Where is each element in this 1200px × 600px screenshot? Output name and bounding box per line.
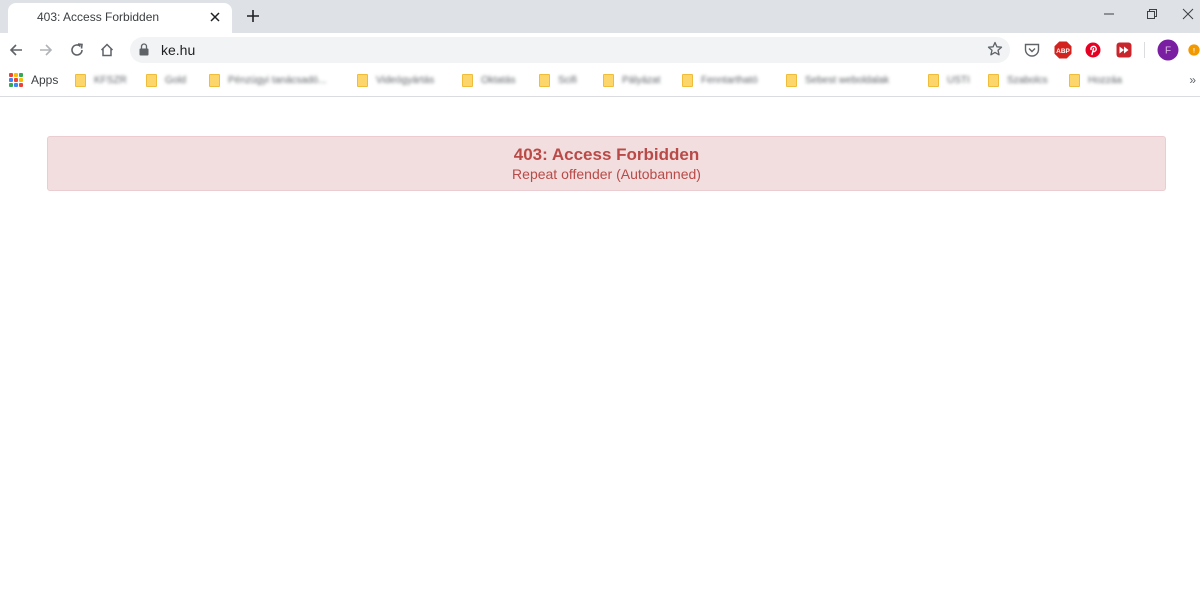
bookmark-label: KFSZR xyxy=(94,75,127,86)
bookmarks-bar: Apps KFSZR Gold Pénzügyi tanácsadó... Vi… xyxy=(0,67,1200,97)
folder-icon xyxy=(357,74,368,87)
bookmark-folder[interactable]: Oktatás xyxy=(462,74,515,87)
bookmark-folder[interactable]: Pénzügyi tanácsadó... xyxy=(209,74,326,87)
lock-icon[interactable] xyxy=(139,43,149,61)
pocket-icon[interactable] xyxy=(1023,41,1041,59)
folder-icon xyxy=(1069,74,1080,87)
apps-grid-icon xyxy=(9,73,23,87)
url-text[interactable]: ke.hu xyxy=(161,42,195,58)
folder-icon xyxy=(988,74,999,87)
folder-icon xyxy=(682,74,693,87)
back-icon[interactable] xyxy=(5,39,27,61)
folder-icon xyxy=(209,74,220,87)
new-tab-icon[interactable] xyxy=(243,6,263,26)
bookmark-folder[interactable]: Videógyártás xyxy=(357,74,434,87)
folder-icon xyxy=(603,74,614,87)
profile-initial: F xyxy=(1165,46,1171,57)
bookmark-label: Oktatás xyxy=(481,75,516,86)
error-alert: 403: Access Forbidden Repeat offender (A… xyxy=(47,136,1166,191)
pinterest-icon[interactable] xyxy=(1084,41,1102,59)
error-message: Repeat offender (Autobanned) xyxy=(512,166,701,182)
folder-icon xyxy=(539,74,550,87)
adblock-icon[interactable]: ABP xyxy=(1054,41,1072,59)
bookmark-label: Fenntartható xyxy=(701,75,758,86)
bookmark-label: Szabolcs xyxy=(1007,75,1048,86)
bookmark-folder[interactable]: Gold xyxy=(146,74,186,87)
media-extension-icon[interactable] xyxy=(1115,41,1133,59)
bookmark-folder[interactable]: Hozzáa xyxy=(1069,74,1122,87)
bookmark-folder[interactable]: Sebest weboldalak xyxy=(786,74,889,87)
bookmark-folder[interactable]: Szabolcs xyxy=(988,74,1048,87)
home-icon[interactable] xyxy=(96,39,118,61)
folder-icon xyxy=(928,74,939,87)
adblock-label: ABP xyxy=(1056,48,1070,55)
tab-strip: 403: Access Forbidden xyxy=(0,0,1200,33)
active-tab[interactable]: 403: Access Forbidden xyxy=(8,3,232,33)
bookmark-label: Sebest weboldalak xyxy=(805,75,889,86)
bookmark-star-icon[interactable] xyxy=(987,41,1003,62)
folder-icon xyxy=(75,74,86,87)
bookmark-label: USTI xyxy=(947,75,970,86)
bookmark-label: Scifi xyxy=(558,75,577,86)
toolbar-divider xyxy=(1144,42,1145,58)
bookmark-label: Pályázat xyxy=(622,75,661,86)
forward-icon[interactable] xyxy=(35,39,57,61)
tab-title: 403: Access Forbidden xyxy=(37,10,160,24)
bookmark-label: Videógyártás xyxy=(376,75,435,86)
bookmark-label: Gold xyxy=(165,75,187,86)
close-window-icon[interactable] xyxy=(1176,4,1200,24)
update-icon[interactable]: ! xyxy=(1188,41,1200,59)
bookmark-folder[interactable]: Pályázat xyxy=(603,74,660,87)
bookmark-label: Hozzáa xyxy=(1088,75,1122,86)
apps-label: Apps xyxy=(31,73,59,87)
folder-icon xyxy=(146,74,157,87)
apps-shortcut[interactable]: Apps xyxy=(9,73,58,87)
bookmark-folder[interactable]: USTI xyxy=(928,74,970,87)
browser-toolbar: ke.hu ABP F ! xyxy=(0,33,1200,67)
restore-icon[interactable] xyxy=(1140,4,1164,24)
bookmark-label: Pénzügyi tanácsadó... xyxy=(228,75,327,86)
tab-close-icon[interactable] xyxy=(206,8,224,26)
reload-icon[interactable] xyxy=(66,39,88,61)
bookmark-folder[interactable]: Fenntartható xyxy=(682,74,758,87)
folder-icon xyxy=(462,74,473,87)
bookmark-folder[interactable]: KFSZR xyxy=(75,74,127,87)
bookmarks-overflow-button[interactable]: » xyxy=(1189,73,1196,87)
profile-avatar[interactable]: F xyxy=(1157,39,1179,61)
minimize-icon[interactable] xyxy=(1097,4,1121,24)
bookmark-folder[interactable]: Scifi xyxy=(539,74,577,87)
update-label: ! xyxy=(1193,48,1195,55)
address-bar[interactable]: ke.hu xyxy=(130,37,1010,63)
error-title: 403: Access Forbidden xyxy=(513,145,700,164)
folder-icon xyxy=(786,74,797,87)
